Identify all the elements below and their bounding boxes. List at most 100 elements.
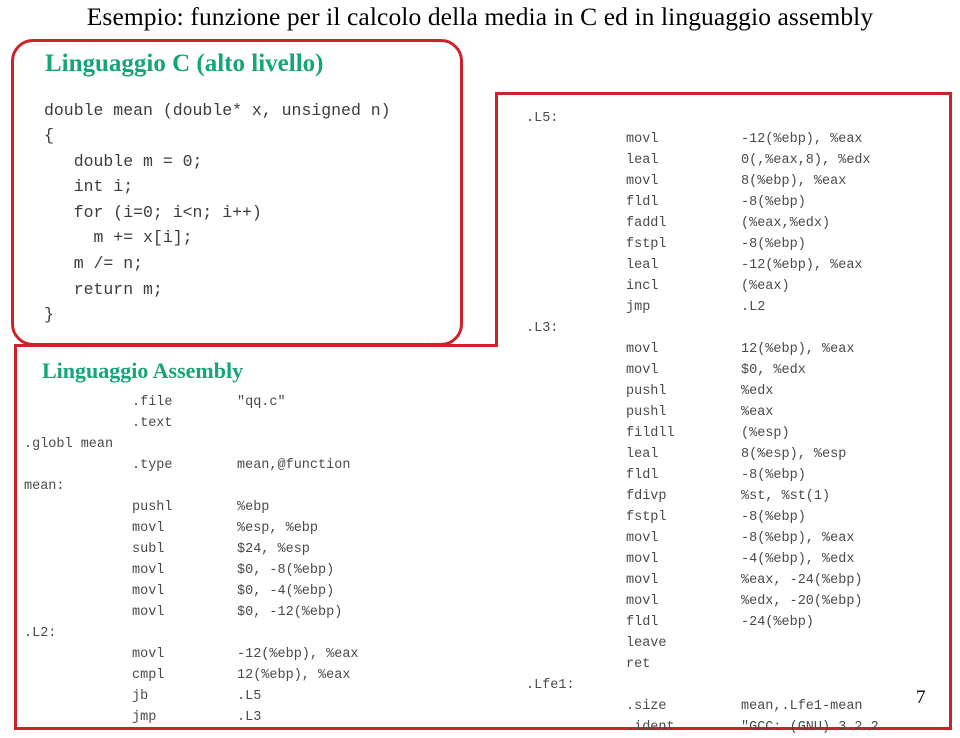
assembly-operands: 8(%ebp), %eax <box>741 174 847 189</box>
assembly-indent <box>24 644 132 665</box>
assembly-mnemonic: pushl <box>132 500 173 515</box>
assembly-indent <box>526 528 626 549</box>
assembly-mnemonic: .ident <box>626 720 675 735</box>
assembly-indent <box>24 560 132 581</box>
assembly-indent <box>526 570 626 591</box>
assembly-mnemonic: leal <box>626 447 659 462</box>
assembly-mnemonic: fldl <box>626 615 659 630</box>
assembly-operands: 12(%ebp), %eax <box>741 342 855 357</box>
assembly-operands: %esp, %ebp <box>237 521 319 536</box>
assembly-indent <box>526 150 626 171</box>
assembly-indent <box>526 717 626 738</box>
assembly-indent <box>24 686 132 707</box>
assembly-indent <box>526 129 626 150</box>
assembly-operands: (%eax,%edx) <box>741 216 831 231</box>
assembly-indent <box>526 591 626 612</box>
assembly-mnemonic: .type <box>132 458 173 473</box>
assembly-indent <box>526 507 626 528</box>
assembly-operands: (%eax) <box>741 279 790 294</box>
assembly-indent <box>526 381 626 402</box>
assembly-indent <box>526 423 626 444</box>
assembly-mnemonic: leal <box>626 153 659 168</box>
assembly-label: .L5: <box>526 111 559 126</box>
assembly-indent <box>24 602 132 623</box>
assembly-operands: -12(%ebp), %eax <box>237 647 359 662</box>
assembly-indent <box>24 518 132 539</box>
assembly-operands: %edx, -20(%ebp) <box>741 594 863 609</box>
assembly-operands <box>741 654 879 675</box>
assembly-indent <box>24 539 132 560</box>
assembly-mnemonic: fildll <box>626 426 675 441</box>
assembly-indent <box>526 171 626 192</box>
assembly-operands: "qq.c" <box>237 395 286 410</box>
page-title: Esempio: funzione per il calcolo della m… <box>86 2 874 31</box>
assembly-operands: .L5 <box>237 689 262 704</box>
assembly-operands: -12(%ebp), %eax <box>741 132 863 147</box>
assembly-mnemonic: subl <box>132 542 165 557</box>
assembly-mnemonic: pushl <box>626 405 667 420</box>
assembly-indent <box>24 392 132 413</box>
assembly-mnemonic: leal <box>626 258 659 273</box>
assembly-indent <box>526 696 626 717</box>
assembly-operands: -8(%ebp) <box>741 510 806 525</box>
assembly-operands: %edx <box>741 384 774 399</box>
assembly-mnemonic: incl <box>626 279 659 294</box>
assembly-indent <box>526 654 626 675</box>
assembly-mnemonic: jmp <box>626 300 651 315</box>
assembly-mnemonic: ret <box>626 657 651 672</box>
assembly-operands: -8(%ebp), %eax <box>741 531 855 546</box>
assembly-mnemonic: movl <box>626 594 659 609</box>
assembly-mnemonic: movl <box>626 132 659 147</box>
assembly-operands: -8(%ebp) <box>741 468 806 483</box>
assembly-operands: (%esp) <box>741 426 790 441</box>
assembly-label: .Lfe1: <box>526 678 575 693</box>
assembly-panel-heading: Linguaggio Assembly <box>42 358 244 383</box>
assembly-operands: mean,.Lfe1-mean <box>741 699 863 714</box>
assembly-mnemonic: movl <box>132 647 165 662</box>
assembly-operands: mean,@function <box>237 458 351 473</box>
assembly-mnemonic: fdivp <box>626 489 667 504</box>
assembly-indent <box>526 633 626 654</box>
assembly-operands: %eax, -24(%ebp) <box>741 573 863 588</box>
assembly-operands: -8(%ebp) <box>741 237 806 252</box>
assembly-mnemonic: fstpl <box>626 510 667 525</box>
assembly-mnemonic: movl <box>132 584 165 599</box>
assembly-mnemonic: jmp <box>132 710 157 725</box>
assembly-listing-left: .file "qq.c" .text .globl mean .type mean,@fu… <box>24 392 359 728</box>
assembly-indent <box>526 192 626 213</box>
assembly-indent <box>526 486 626 507</box>
c-language-panel: Linguaggio C (alto livello) double mean … <box>11 39 463 346</box>
assembly-label: mean: <box>24 479 65 494</box>
assembly-mnemonic: pushl <box>626 384 667 399</box>
assembly-mnemonic: movl <box>626 363 659 378</box>
assembly-mnemonic: movl <box>132 605 165 620</box>
assembly-indent <box>24 413 132 434</box>
assembly-indent <box>526 234 626 255</box>
assembly-mnemonic: movl <box>132 563 165 578</box>
assembly-mnemonic: movl <box>626 174 659 189</box>
assembly-mnemonic: .size <box>626 699 667 714</box>
assembly-operands: %st, %st(1) <box>741 489 831 504</box>
page-number: 7 <box>916 687 926 708</box>
assembly-mnemonic: jb <box>132 689 149 704</box>
assembly-mnemonic: faddl <box>626 216 667 231</box>
assembly-operands: %ebp <box>237 500 270 515</box>
assembly-operands: $0, %edx <box>741 363 806 378</box>
assembly-operands: -12(%ebp), %eax <box>741 258 863 273</box>
assembly-indent <box>526 402 626 423</box>
assembly-indent <box>24 497 132 518</box>
assembly-label: .globl mean <box>24 437 114 452</box>
assembly-mnemonic: .file <box>132 395 173 410</box>
assembly-mnemonic: movl <box>626 552 659 567</box>
assembly-mnemonic: leave <box>626 636 667 651</box>
assembly-label: .L2: <box>24 626 57 641</box>
assembly-indent <box>526 213 626 234</box>
assembly-operands: "GCC: (GNU) 3.2.2 <box>741 720 879 735</box>
assembly-indent <box>526 276 626 297</box>
assembly-indent <box>526 297 626 318</box>
c-source-code: double mean (double* x, unsigned n) { do… <box>44 100 391 325</box>
assembly-indent <box>526 465 626 486</box>
assembly-operands: 12(%ebp), %eax <box>237 668 351 683</box>
assembly-operands: $0, -8(%ebp) <box>237 563 335 578</box>
assembly-operands: -24(%ebp) <box>741 615 814 630</box>
